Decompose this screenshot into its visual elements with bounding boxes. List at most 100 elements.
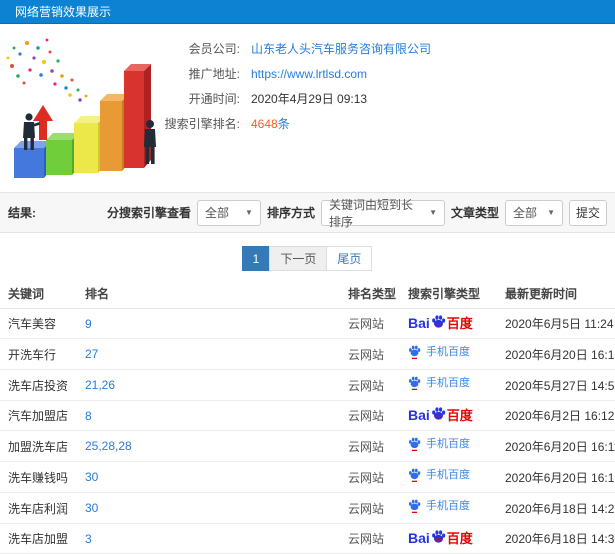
updated-cell: 2020年6月18日 14:30 (497, 523, 615, 554)
promo-url-label: 推广地址: (188, 67, 240, 81)
engine-cell: Bai du 百度 (400, 523, 497, 554)
mobile-baidu-paw-icon (408, 437, 421, 451)
submit-button[interactable]: 提交 (569, 199, 607, 226)
mobile-baidu-badge: 手机百度 (408, 468, 470, 483)
rank-cell: 30 (77, 461, 340, 493)
mobile-baidu-paw-icon (408, 376, 421, 390)
engine-rank-label: 搜索引擎排名: (164, 117, 240, 131)
baidu-paw-icon: du (431, 530, 445, 543)
baidu-paw-icon: du (431, 315, 445, 328)
svg-text:du: du (435, 537, 441, 543)
baidu-logo-bai: Bai (408, 315, 430, 332)
baidu-logo: Bai du 百度 (408, 407, 473, 424)
article-type-selected: 全部 (513, 206, 538, 220)
marketing-chart-illustration (6, 38, 156, 178)
mobile-baidu-paw-icon (408, 499, 421, 513)
sort-select[interactable]: 关键词由短到长排序 ▼ (320, 198, 445, 229)
rank-cell: 25,28,28 (77, 430, 340, 462)
result-label: 结果: (8, 206, 36, 220)
info-row-engine-rank: 搜索引擎排名: 4648条 (160, 111, 600, 136)
col-header-keyword: 关键词 (0, 279, 77, 309)
article-type-select[interactable]: 全部 ▼ (505, 199, 563, 226)
baidu-logo-bai: Bai (408, 530, 430, 547)
keyword-cell: 开洗车行 (0, 338, 77, 370)
engine-cell: 手机百度 (400, 338, 497, 370)
table-row: 汽车美容 9 云网站 Bai du 百度 2020年6月5日 11:24 (0, 308, 615, 339)
rank-type-cell: 云网站 (340, 461, 400, 493)
mobile-baidu-badge: 手机百度 (408, 376, 470, 391)
mobile-baidu-label: 手机百度 (426, 438, 470, 450)
engine-cell: Bai du 百度 (400, 308, 497, 339)
mobile-baidu-label: 手机百度 (426, 346, 470, 358)
table-header-row: 关键词 排名 排名类型 搜索引擎类型 最新更新时间 (0, 279, 615, 309)
info-row-url: 推广地址: https://www.lrtlsd.com (160, 61, 600, 86)
engine-rank-value: 4648条 (251, 115, 290, 132)
rank-type-cell: 云网站 (340, 400, 400, 431)
baidu-paw-icon: du (431, 407, 445, 420)
updated-cell: 2020年6月2日 16:12 (497, 400, 615, 431)
col-header-updated: 最新更新时间 (497, 279, 615, 309)
engine-rank-count: 4648 (251, 117, 278, 131)
table-row: 洗车赚钱吗 30 云网站 手机百度 2020年6月20日 16:12 (0, 461, 615, 493)
rank-cell: 21,26 (77, 369, 340, 401)
updated-cell: 2020年6月20日 16:12 (497, 461, 615, 493)
rank-cell: 30 (77, 492, 340, 524)
page-1-button[interactable]: 1 (241, 246, 271, 271)
last-page-button[interactable]: 尾页 (326, 246, 373, 271)
updated-cell: 2020年6月5日 11:24 (497, 308, 615, 339)
info-row-company: 会员公司: 山东老人头汽车服务咨询有限公司 (160, 36, 600, 61)
rank-type-cell: 云网站 (340, 523, 400, 554)
keyword-cell: 加盟洗车店 (0, 430, 77, 462)
chevron-down-icon: ▼ (547, 208, 555, 217)
table-row: 洗车店投资 21,26 云网站 手机百度 2020年5月27日 14:58 (0, 369, 615, 401)
rank-cell: 27 (77, 338, 340, 370)
keyword-rank-table: 关键词 排名 排名类型 搜索引擎类型 最新更新时间 汽车美容 9 云网站 Bai… (0, 279, 615, 554)
rank-type-cell: 云网站 (340, 492, 400, 524)
mobile-baidu-label: 手机百度 (426, 377, 470, 389)
member-info-panel: 会员公司: 山东老人头汽车服务咨询有限公司 推广地址: https://www.… (160, 36, 600, 136)
baidu-logo-name: 百度 (446, 407, 473, 423)
engine-cell: 手机百度 (400, 369, 497, 401)
engine-cell: 手机百度 (400, 492, 497, 524)
confetti-dots (6, 38, 88, 102)
engine-filter-selected: 全部 (204, 206, 229, 220)
mobile-baidu-paw-icon (408, 345, 421, 359)
company-link[interactable]: 山东老人头汽车服务咨询有限公司 (251, 40, 431, 57)
promo-url-link[interactable]: https://www.lrtlsd.com (251, 67, 367, 81)
next-page-button[interactable]: 下一页 (269, 246, 328, 271)
chevron-down-icon: ▼ (429, 208, 437, 217)
mobile-baidu-paw-icon (408, 468, 421, 482)
rank-type-cell: 云网站 (340, 430, 400, 462)
baidu-logo-bai: Bai (408, 407, 430, 424)
sort-selected: 关键词由短到长排序 (328, 197, 413, 229)
info-row-open-time: 开通时间: 2020年4月29日 09:13 (160, 86, 600, 111)
pagination: 1 下一页 尾页 (0, 246, 615, 271)
keyword-cell: 洗车店利润 (0, 492, 77, 524)
page-title: 网络营销效果展示 (15, 5, 112, 19)
mobile-baidu-badge: 手机百度 (408, 345, 470, 360)
baidu-logo: Bai du 百度 (408, 530, 473, 547)
svg-text:du: du (435, 414, 441, 420)
engine-filter-select[interactable]: 全部 ▼ (196, 199, 261, 226)
keyword-cell: 洗车店加盟 (0, 523, 77, 554)
engine-filter-label: 分搜索引擎查看 (106, 206, 191, 220)
col-header-rank-type: 排名类型 (340, 279, 400, 309)
open-time-value: 2020年4月29日 09:13 (251, 92, 368, 106)
keyword-cell: 汽车美容 (0, 308, 77, 339)
table-row: 洗车店加盟 3 云网站 Bai du 百度 2020年6月18日 14:30 (0, 523, 615, 554)
keyword-cell: 洗车赚钱吗 (0, 461, 77, 493)
rank-cell: 8 (77, 400, 340, 431)
table-row: 洗车店利润 30 云网站 手机百度 2020年6月18日 14:27 (0, 492, 615, 524)
baidu-logo-name: 百度 (446, 315, 473, 331)
engine-cell: Bai du 百度 (400, 400, 497, 431)
filter-bar: 结果: 分搜索引擎查看 全部 ▼ 排序方式 关键词由短到长排序 ▼ 文章类型 全… (0, 192, 615, 233)
engine-cell: 手机百度 (400, 461, 497, 493)
mobile-baidu-label: 手机百度 (426, 469, 470, 481)
col-header-engine-type: 搜索引擎类型 (400, 279, 497, 309)
mobile-baidu-label: 手机百度 (426, 500, 470, 512)
table-row: 加盟洗车店 25,28,28 云网站 手机百度 2020年6月20日 16:11 (0, 430, 615, 462)
rank-cell: 9 (77, 308, 340, 339)
mobile-baidu-badge: 手机百度 (408, 499, 470, 514)
sort-label: 排序方式 (266, 206, 315, 220)
updated-cell: 2020年5月27日 14:58 (497, 369, 615, 401)
